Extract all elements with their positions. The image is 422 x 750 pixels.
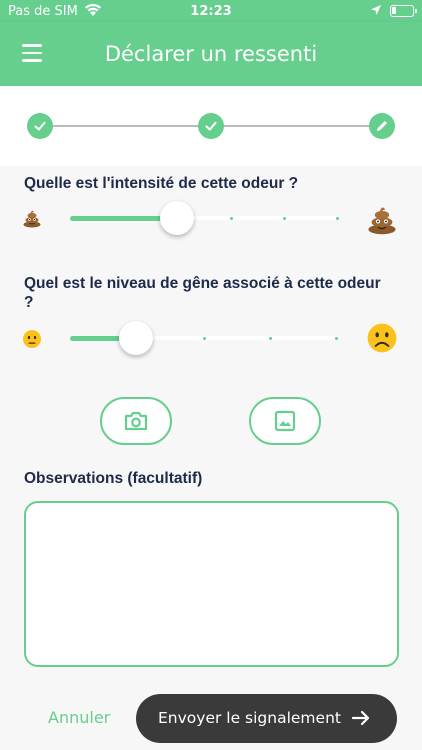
progress-stepper bbox=[0, 86, 422, 166]
intensity-question: Quelle est l'intensité de cette odeur ? bbox=[24, 175, 299, 192]
clock: 12:23 bbox=[190, 4, 232, 19]
camera-icon bbox=[124, 411, 148, 431]
step-1-done[interactable] bbox=[27, 113, 53, 139]
slider-tick bbox=[203, 337, 206, 340]
image-icon bbox=[274, 410, 296, 432]
observations-label: Observations (facultatif) bbox=[24, 470, 203, 487]
poop-emoji-large bbox=[366, 203, 398, 235]
slider-tick bbox=[123, 217, 126, 220]
frowning-face-emoji bbox=[366, 322, 398, 354]
step-2-done[interactable] bbox=[198, 113, 224, 139]
cancel-button[interactable]: Annuler bbox=[48, 708, 110, 727]
step-3-current[interactable] bbox=[369, 113, 395, 139]
check-icon bbox=[34, 121, 46, 131]
slider-tick bbox=[336, 217, 339, 220]
app-bar: Déclarer un ressenti bbox=[0, 22, 422, 86]
observations-field[interactable] bbox=[24, 501, 399, 667]
location-arrow-icon bbox=[370, 4, 382, 20]
arrow-right-icon bbox=[351, 708, 371, 733]
slider-thumb[interactable] bbox=[160, 201, 194, 235]
slider-tick bbox=[269, 337, 272, 340]
pencil-icon bbox=[377, 121, 387, 131]
intensity-slider[interactable] bbox=[70, 198, 339, 238]
submit-label: Envoyer le signalement bbox=[158, 709, 341, 727]
page-title: Déclarer un ressenti bbox=[104, 42, 318, 66]
slider-tick bbox=[283, 217, 286, 220]
slider-tick bbox=[335, 337, 338, 340]
submit-report-button[interactable]: Envoyer le signalement bbox=[136, 694, 397, 743]
battery-icon bbox=[390, 5, 417, 17]
slider-tick bbox=[230, 217, 233, 220]
slider-thumb[interactable] bbox=[119, 321, 153, 355]
check-icon bbox=[205, 121, 217, 131]
annoyance-question: Quel est le niveau de gêne associé à cet… bbox=[24, 275, 381, 311]
choose-image-button[interactable] bbox=[249, 397, 321, 445]
annoyance-slider[interactable] bbox=[70, 318, 338, 358]
poop-emoji-small bbox=[22, 208, 42, 228]
neutral-face-emoji bbox=[22, 329, 42, 349]
status-bar: Pas de SIM 12:23 bbox=[0, 0, 422, 22]
take-photo-button[interactable] bbox=[100, 397, 172, 445]
